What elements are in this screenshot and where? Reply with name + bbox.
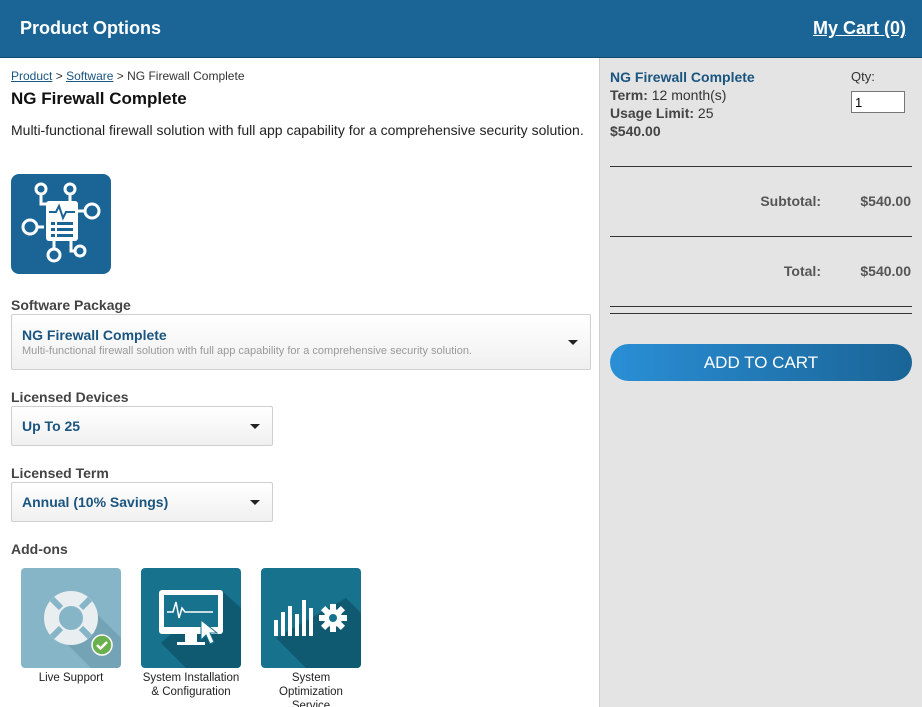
divider: [610, 166, 912, 167]
software-package-value: NG Firewall Complete: [22, 327, 167, 343]
subtotal-value: $540.00: [860, 193, 911, 209]
divider: [610, 313, 912, 314]
cart-term-label: Term:: [610, 87, 648, 103]
breadcrumb-current: NG Firewall Complete: [127, 69, 245, 83]
software-package-label: Software Package: [11, 297, 131, 313]
cart-item-price: $540.00: [610, 123, 661, 139]
product-title: NG Firewall Complete: [11, 89, 187, 108]
chevron-down-icon: [568, 340, 578, 345]
product-image: [11, 174, 111, 274]
my-cart-link[interactable]: My Cart (0): [813, 18, 906, 39]
breadcrumb-product-link[interactable]: Product: [11, 69, 52, 83]
addon-name: Live Support: [38, 672, 104, 684]
divider: [610, 306, 912, 307]
licensed-devices-value: Up To 25: [22, 418, 81, 434]
addon-live-support[interactable]: Live Support: [21, 568, 121, 685]
product-description: Multi-functional firewall solution with …: [11, 122, 584, 138]
main-content: Product > Software > NG Firewall Complet…: [0, 58, 598, 707]
breadcrumb: Product > Software > NG Firewall Complet…: [11, 69, 245, 83]
page-title: Product Options: [20, 18, 161, 38]
addon-system-optimization[interactable]: System Optimization Service: [261, 568, 361, 707]
licensed-devices-select[interactable]: Up To 25: [11, 406, 273, 446]
cart-usage: Usage Limit: 25: [610, 105, 713, 121]
cart-item-name: NG Firewall Complete: [610, 69, 755, 85]
breadcrumb-separator: >: [55, 69, 63, 83]
cart-term: Term: 12 month(s): [610, 87, 726, 103]
addon-tile: [141, 568, 241, 668]
chevron-down-icon: [250, 424, 260, 429]
cart-term-value: 12 month(s): [651, 87, 727, 103]
chevron-down-icon: [250, 500, 260, 505]
check-circle-icon: [91, 634, 113, 656]
addon-tile: [261, 568, 361, 668]
qty-input[interactable]: [851, 91, 905, 113]
cart-usage-label: Usage Limit:: [610, 105, 695, 121]
add-to-cart-button[interactable]: ADD TO CART: [610, 344, 912, 381]
cart-summary-panel: NG Firewall Complete Term: 12 month(s) U…: [599, 58, 922, 707]
licensed-term-select[interactable]: Annual (10% Savings): [11, 482, 273, 522]
addons-label: Add-ons: [11, 541, 68, 557]
licensed-devices-label: Licensed Devices: [11, 389, 129, 405]
addon-name: System Optimization Service: [279, 672, 343, 707]
cart-usage-value: 25: [697, 105, 714, 121]
addon-system-installation[interactable]: System Installation & Configuration: [141, 568, 241, 699]
subtotal-label: Subtotal:: [760, 193, 821, 209]
network-document-icon: [21, 182, 101, 263]
breadcrumb-separator: >: [116, 69, 124, 83]
qty-label: Qty:: [851, 69, 875, 84]
addon-tile: [21, 568, 121, 668]
breadcrumb-software-link[interactable]: Software: [66, 69, 113, 83]
licensed-term-label: Licensed Term: [11, 465, 109, 481]
header-bar: Product Options My Cart (0): [0, 0, 922, 58]
total-label: Total:: [783, 263, 821, 279]
licensed-term-value: Annual (10% Savings): [22, 494, 169, 510]
software-package-select[interactable]: NG Firewall Complete Multi-functional fi…: [11, 314, 591, 370]
total-value: $540.00: [860, 263, 911, 279]
divider: [610, 236, 912, 237]
software-package-subtext: Multi-functional firewall solution with …: [22, 345, 472, 357]
bars-gear-icon: [274, 598, 361, 668]
addon-name: System Installation & Configuration: [142, 672, 240, 698]
monitor-cursor-icon: [159, 590, 241, 668]
